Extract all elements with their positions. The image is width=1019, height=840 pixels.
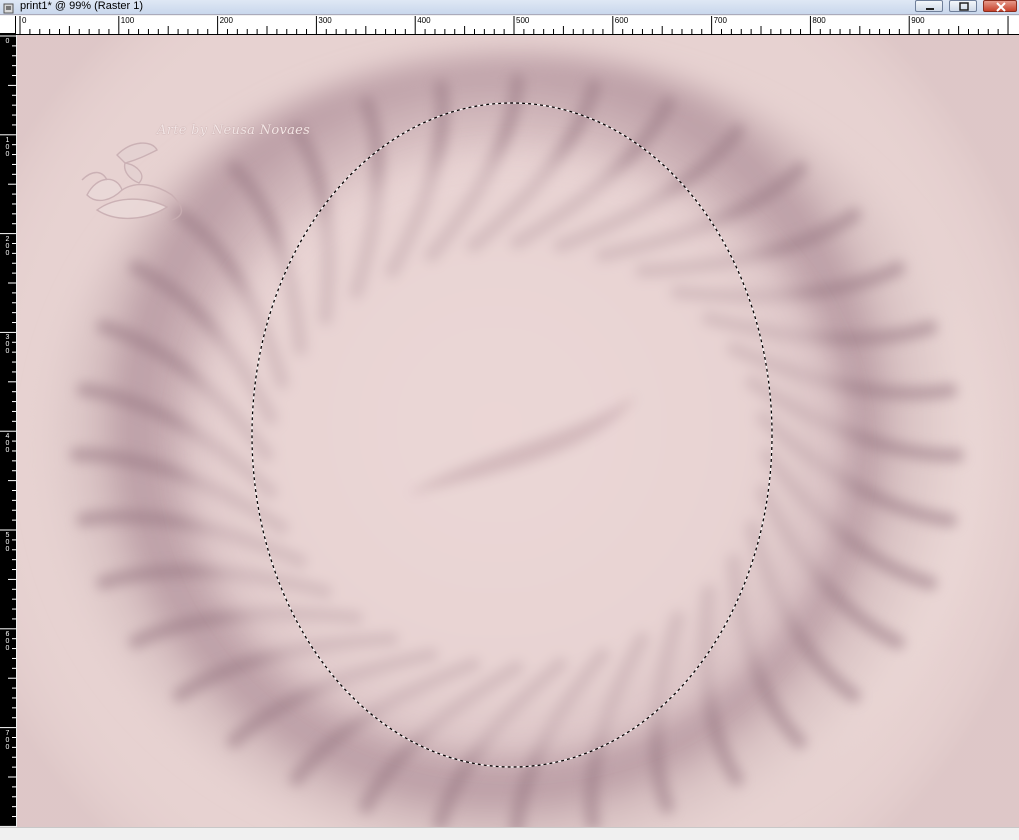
window-title: print1* @ 99% (Raster 1) bbox=[20, 0, 144, 12]
image-window: print1* @ 99% (Raster 1) 0 100 200 300 400 50… bbox=[0, 0, 1019, 840]
restore-icon bbox=[959, 2, 969, 11]
title-bar[interactable]: print1* @ 99% (Raster 1) bbox=[0, 0, 1019, 15]
ruler-label: 700 bbox=[713, 16, 727, 25]
ruler-label: 300 bbox=[318, 16, 332, 25]
butterfly-logo bbox=[81, 142, 183, 221]
ruler-label: 200 bbox=[219, 16, 233, 25]
ruler-label: 100 bbox=[120, 16, 135, 25]
ruler-label: 600 bbox=[614, 16, 629, 25]
ruler-label: 1 0 0 bbox=[5, 136, 10, 158]
document-icon bbox=[3, 1, 14, 14]
horizontal-ruler[interactable]: 0 100 200 300 400 500 600 700 800 900 bbox=[16, 16, 1019, 35]
ruler-label: 2 0 0 bbox=[5, 235, 10, 257]
ruler-label: 400 bbox=[417, 16, 431, 25]
ruler-label: 7 0 0 bbox=[5, 729, 10, 751]
ruler-label: 0 bbox=[22, 16, 27, 25]
ruler-label: 6 0 0 bbox=[5, 630, 10, 652]
ruler-label: 4 0 0 bbox=[5, 433, 10, 455]
minimize-icon bbox=[926, 8, 934, 10]
close-icon bbox=[996, 2, 1006, 12]
ruler-corner bbox=[0, 16, 16, 34]
ruler-label: 500 bbox=[516, 16, 530, 25]
watermark-text: Arte by Neusa Novaes bbox=[157, 123, 311, 138]
vertical-ruler[interactable]: 0 1 0 0 2 0 0 3 0 0 4 0 0 5 0 0 6 0 0 7 0 0 bbox=[0, 34, 16, 827]
restore-button[interactable] bbox=[949, 0, 977, 12]
image-canvas[interactable]: Arte by Neusa Novaes bbox=[17, 35, 1019, 827]
ruler-label: 0 bbox=[5, 38, 10, 45]
ruler-label: 3 0 0 bbox=[5, 334, 10, 356]
close-button[interactable] bbox=[983, 0, 1017, 12]
ruler-label: 5 0 0 bbox=[5, 532, 10, 553]
ruler-label: 900 bbox=[911, 16, 925, 25]
status-bar bbox=[0, 827, 1019, 840]
minimize-button[interactable] bbox=[915, 0, 943, 12]
ruler-label: 800 bbox=[812, 16, 826, 25]
